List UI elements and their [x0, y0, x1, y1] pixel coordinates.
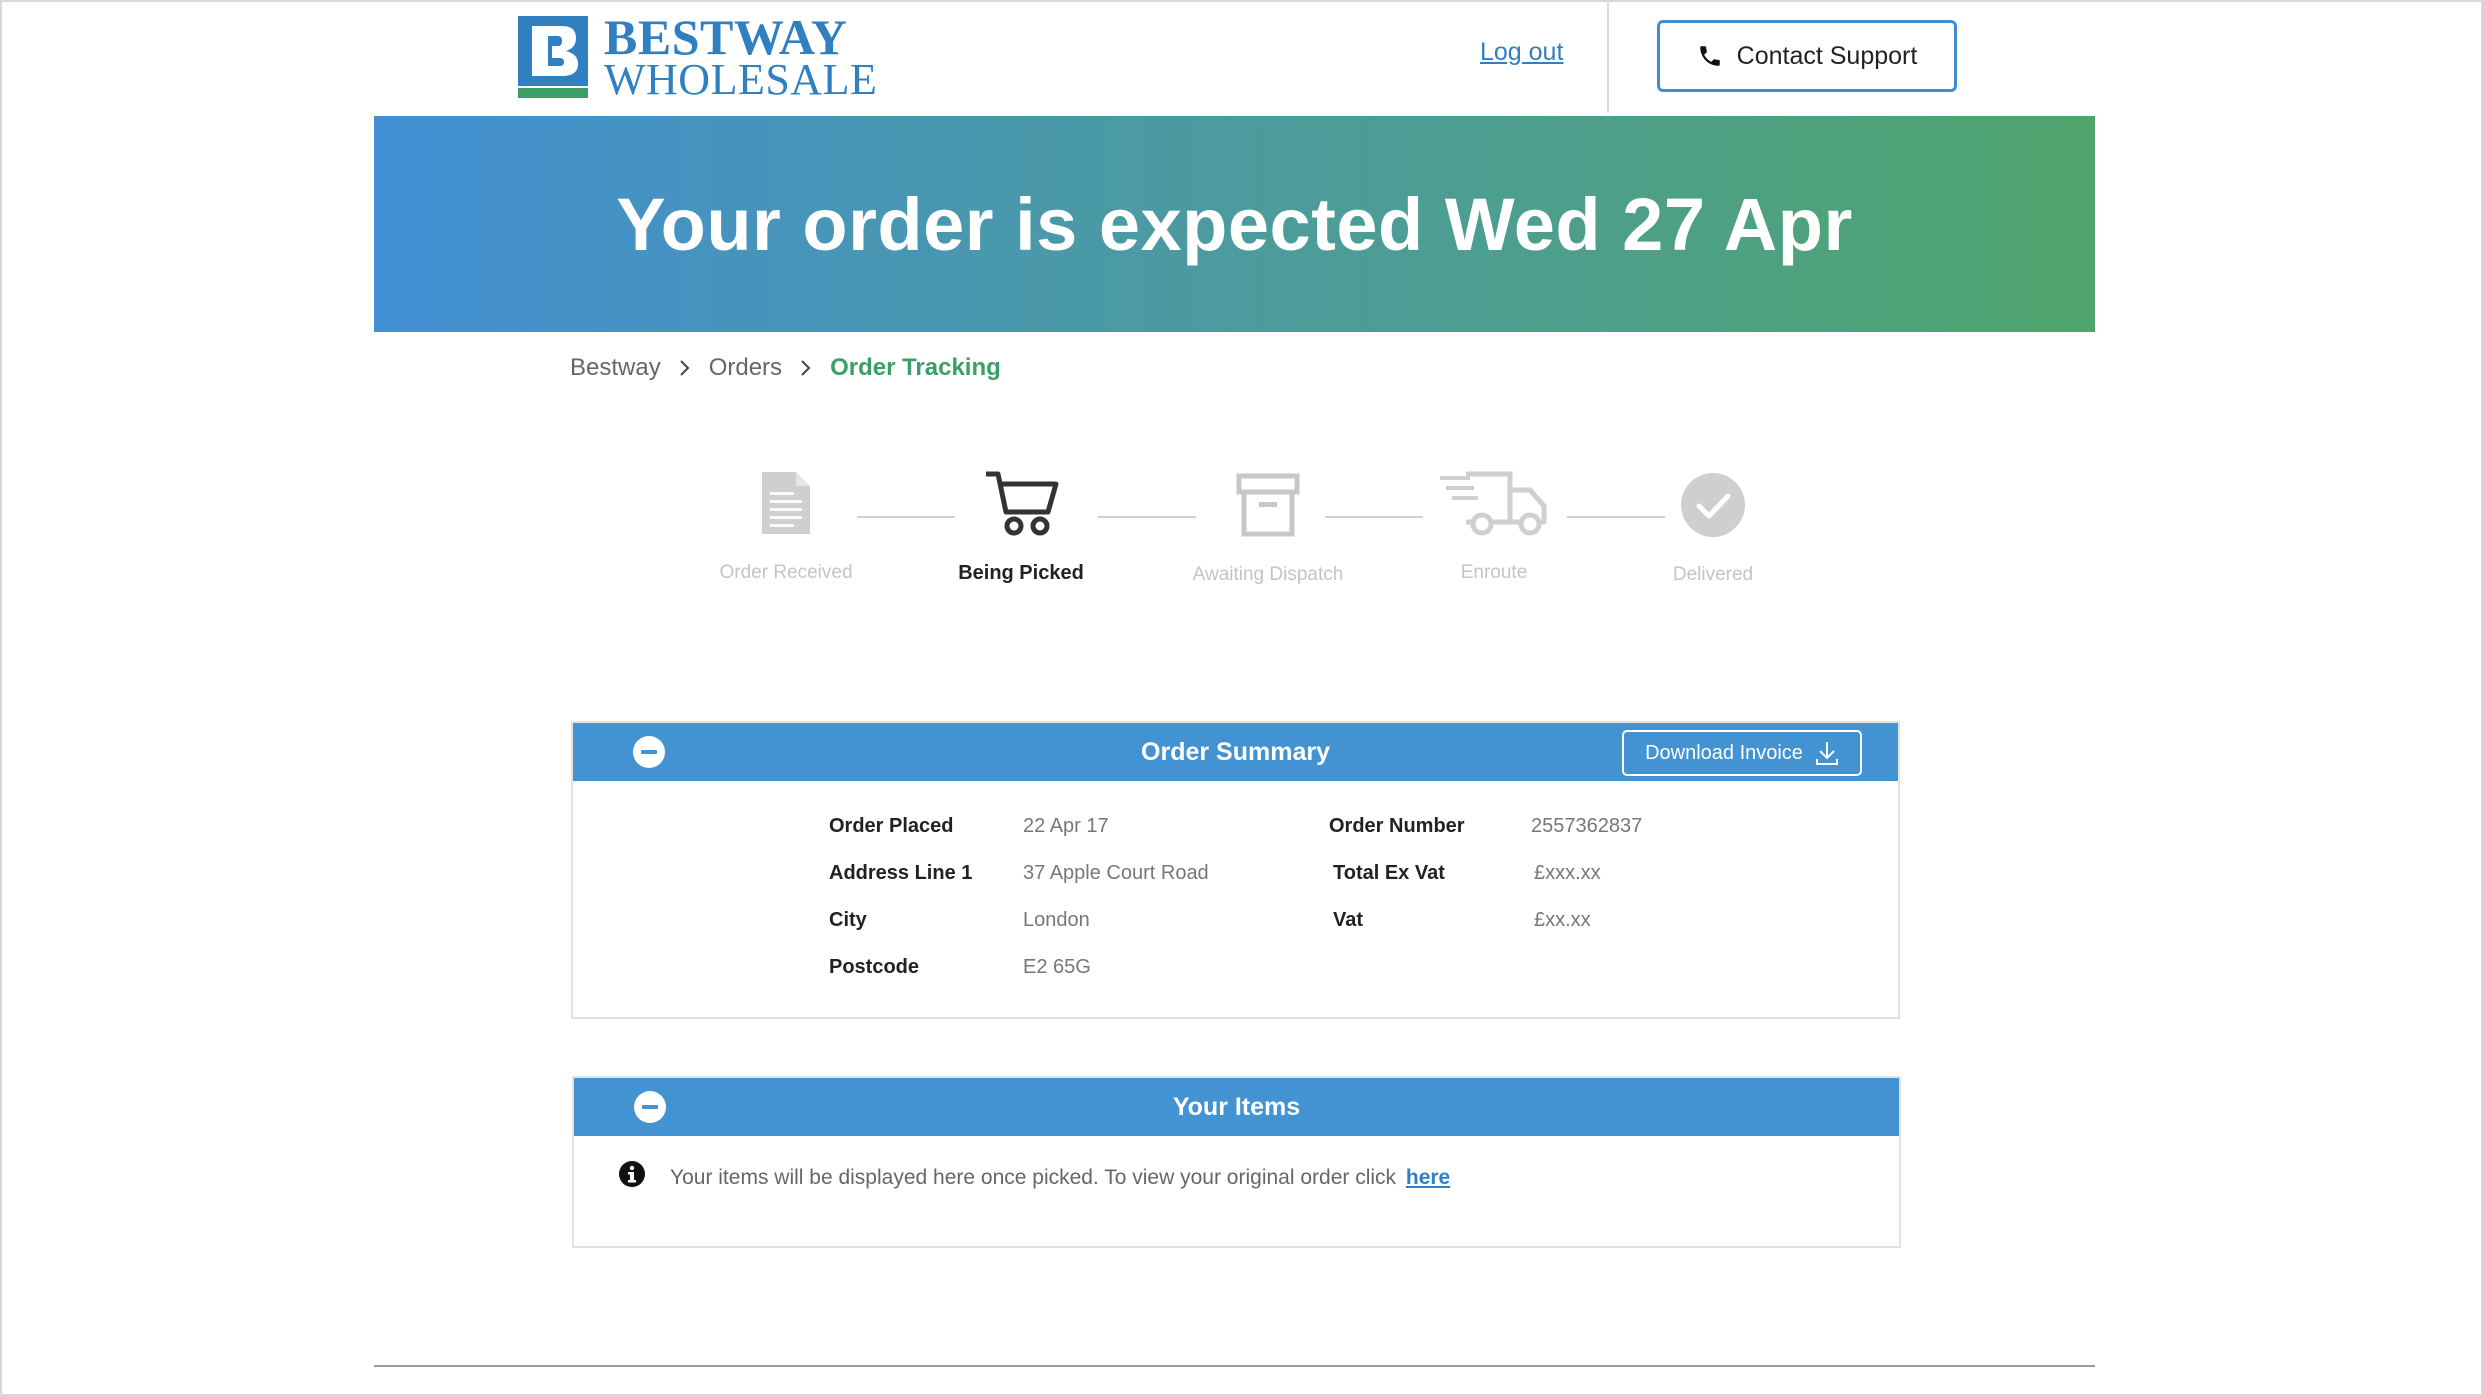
progress-connector: [1567, 516, 1665, 518]
step-awaiting-dispatch: Awaiting Dispatch: [1193, 472, 1343, 585]
order-summary-header: Order Summary Download Invoice: [573, 723, 1898, 781]
your-items-header: Your Items: [574, 1078, 1899, 1136]
expected-delivery-title: Your order is expected Wed 27 Apr: [616, 182, 1853, 266]
logout-link[interactable]: Log out: [1480, 38, 1563, 67]
delivery-truck-icon: [1440, 471, 1547, 536]
items-message: Your items will be displayed here once p…: [670, 1166, 1450, 1190]
order-summary-body: Order Placed 22 Apr 17 Address Line 1 37…: [573, 781, 1898, 1017]
postcode-label: Postcode: [829, 956, 920, 978]
checkmark-circle-icon: [1681, 473, 1745, 537]
contact-support-button[interactable]: Contact Support: [1657, 20, 1957, 92]
archive-box-icon: [1236, 473, 1300, 537]
postcode-value: E2 65G: [1023, 956, 1091, 978]
breadcrumb: Bestway Orders Order Tracking: [570, 354, 1001, 382]
document-icon: [762, 472, 810, 534]
breadcrumb-bestway[interactable]: Bestway: [570, 354, 661, 382]
city-value: London: [1023, 909, 1090, 931]
order-number-label: Order Number: [1329, 815, 1465, 837]
address-line-1-value: 37 Apple Court Road: [1023, 862, 1209, 884]
progress-connector: [1325, 516, 1423, 518]
phone-icon: [1699, 46, 1720, 66]
total-ex-vat-label: Total Ex Vat: [1333, 862, 1445, 884]
order-placed-value: 22 Apr 17: [1023, 815, 1109, 837]
step-enroute: Enroute: [1434, 470, 1554, 583]
download-icon: [1815, 742, 1838, 765]
cart-icon: [986, 471, 1059, 536]
contact-support-label: Contact Support: [1736, 41, 1918, 70]
logo-text-wholesale: WHOLESALE: [604, 55, 878, 104]
info-icon: [619, 1161, 645, 1187]
step-delivered: Delivered: [1673, 472, 1753, 585]
delivery-banner: Your order is expected Wed 27 Apr: [374, 116, 2095, 332]
collapse-minus-icon[interactable]: [633, 736, 665, 768]
order-placed-label: Order Placed: [829, 815, 954, 837]
address-line-1-label: Address Line 1: [829, 862, 973, 884]
download-invoice-label: Download Invoice: [1645, 741, 1803, 764]
progress-connector: [1098, 516, 1196, 518]
step-order-received: Order Received: [719, 470, 853, 583]
order-number-value: 2557362837: [1531, 815, 1643, 837]
vat-label: Vat: [1333, 909, 1364, 931]
footer-divider: [374, 1365, 2095, 1367]
header-divider: [1607, 0, 1609, 113]
chevron-right-icon: [679, 360, 690, 376]
order-summary-panel: Order Summary Download Invoice Order Pla…: [571, 721, 1900, 1019]
total-ex-vat-value: £xxx.xx: [1534, 862, 1601, 884]
vat-value: £xx.xx: [1534, 909, 1591, 931]
step-label: Enroute: [1460, 562, 1528, 583]
step-label: Delivered: [1672, 564, 1754, 585]
chevron-right-icon: [801, 360, 811, 376]
download-invoice-button[interactable]: Download Invoice: [1622, 730, 1862, 776]
order-summary-title: Order Summary: [1141, 737, 1330, 766]
step-label: Awaiting Dispatch: [1192, 564, 1344, 585]
your-items-title: Your Items: [1172, 1092, 1301, 1121]
city-label: City: [829, 909, 867, 931]
step-being-picked: Being Picked: [958, 468, 1084, 584]
breadcrumb-orders[interactable]: Orders: [709, 354, 782, 382]
view-original-order-link[interactable]: here: [1406, 1166, 1450, 1189]
step-label: Order Received: [719, 562, 853, 583]
your-items-panel: Your Items Your items will be displayed …: [572, 1076, 1901, 1248]
items-message-text: Your items will be displayed here once p…: [670, 1166, 1397, 1189]
collapse-minus-icon[interactable]: [634, 1091, 666, 1123]
breadcrumb-order-tracking: Order Tracking: [830, 354, 1001, 381]
bestway-logo[interactable]: BESTWAY WHOLESALE: [518, 9, 877, 104]
progress-connector: [857, 516, 955, 518]
step-label-current: Being Picked: [958, 562, 1084, 584]
logo-mark-icon: [518, 16, 588, 98]
your-items-body: Your items will be displayed here once p…: [574, 1136, 1899, 1246]
